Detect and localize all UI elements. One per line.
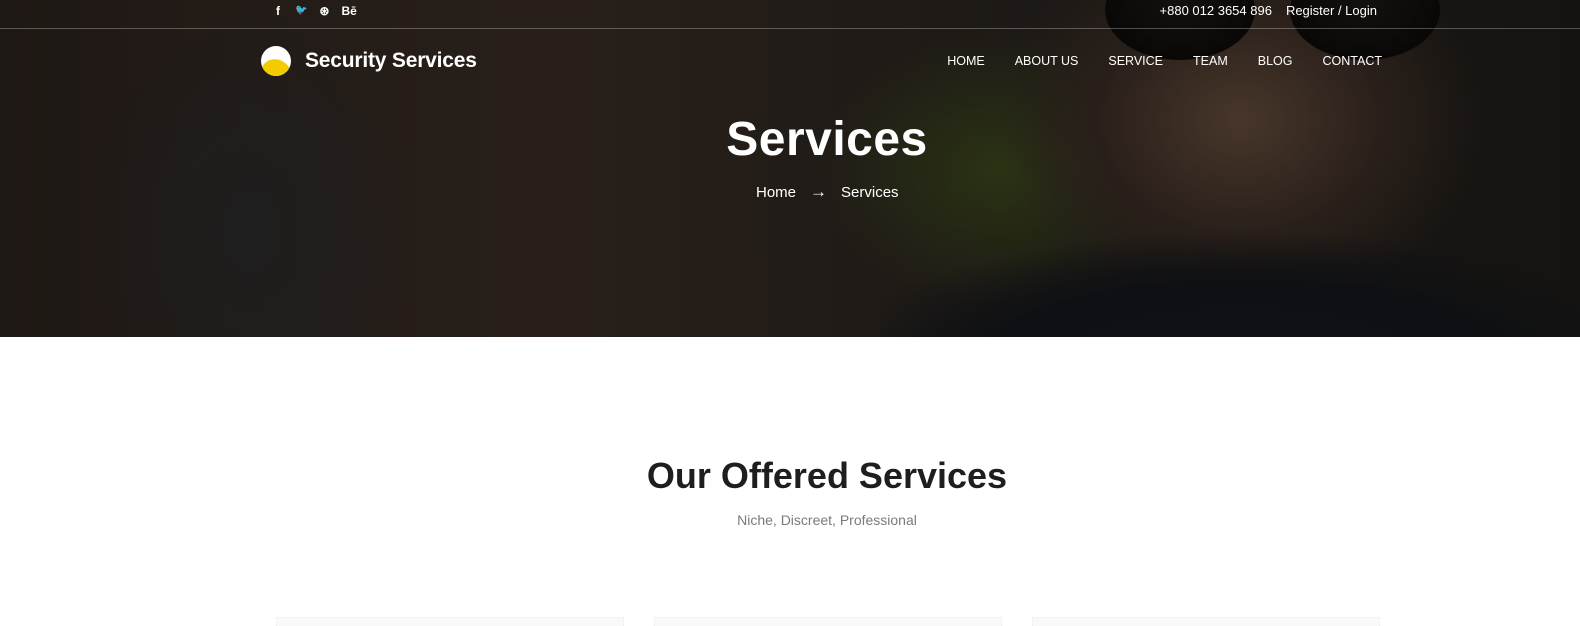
nav-service[interactable]: SERVICE (1108, 54, 1163, 68)
section-subtitle: Niche, Discreet, Professional (737, 512, 917, 528)
twitter-icon[interactable]: 🐦 (295, 4, 307, 18)
breadcrumb-current: Services (841, 183, 899, 201)
breadcrumb-home[interactable]: Home (756, 184, 796, 201)
service-cards (276, 617, 1380, 626)
social-links: f 🐦 ⊛ Bē (272, 4, 357, 18)
brand-name: Security Services (305, 49, 477, 72)
section-title: Our Offered Services (646, 455, 1008, 496)
top-contact: +880 012 3654 896 Register / Login (1160, 3, 1377, 19)
brand-logo[interactable]: Security Services (261, 46, 477, 76)
top-bar: f 🐦 ⊛ Bē +880 012 3654 896 Register / Lo… (0, 0, 1580, 29)
behance-icon[interactable]: Bē (341, 4, 356, 18)
nav-contact[interactable]: CONTACT (1323, 54, 1383, 68)
service-card[interactable] (1032, 617, 1380, 626)
breadcrumb: Home → Services (756, 182, 899, 202)
nav-team[interactable]: TEAM (1193, 54, 1228, 68)
register-login-link[interactable]: Register / Login (1286, 3, 1377, 19)
phone-number: +880 012 3654 896 (1159, 3, 1272, 18)
nav-about-us[interactable]: ABOUT US (1015, 54, 1079, 68)
facebook-icon[interactable]: f (272, 4, 284, 18)
dribbble-icon[interactable]: ⊛ (318, 4, 330, 18)
page-title: Services (726, 113, 928, 166)
main-nav: HOME ABOUT US SERVICE TEAM BLOG CONTACT (947, 54, 1382, 68)
hero-overlay (0, 0, 1580, 337)
service-card[interactable] (276, 617, 624, 626)
service-card[interactable] (654, 617, 1002, 626)
nav-blog[interactable]: BLOG (1258, 54, 1293, 68)
nav-home[interactable]: HOME (947, 54, 985, 68)
logo-icon (261, 46, 291, 76)
hero-banner: f 🐦 ⊛ Bē +880 012 3654 896 Register / Lo… (0, 0, 1580, 337)
arrow-right-icon: → (810, 182, 828, 201)
